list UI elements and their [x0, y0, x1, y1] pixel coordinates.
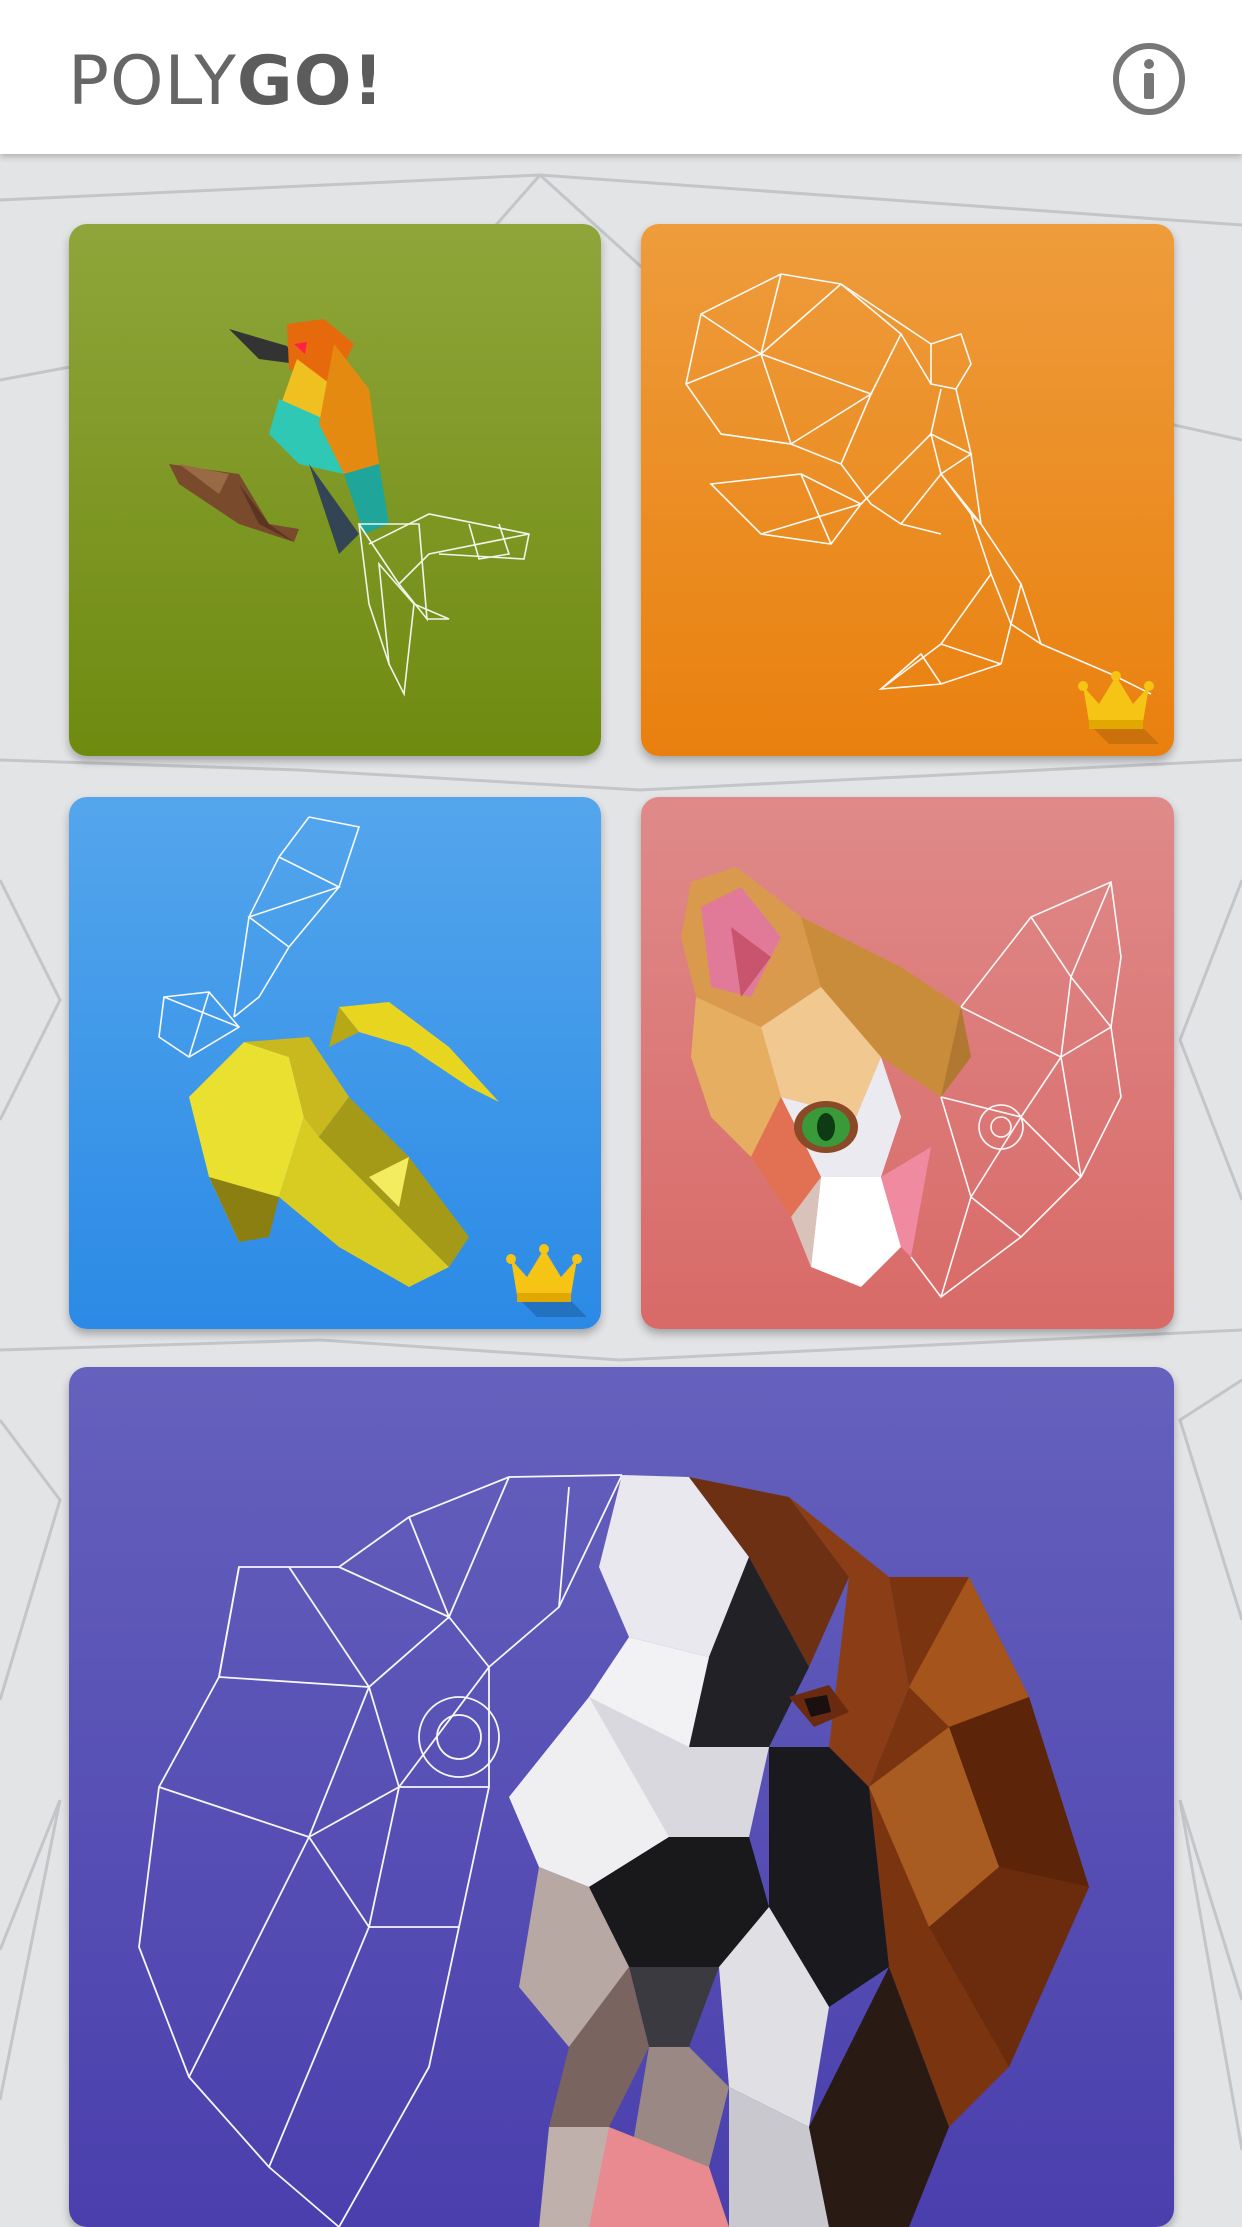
cat-artwork	[681, 867, 1122, 1299]
app-logo: POLYGO!	[68, 42, 385, 122]
app-header: POLYGO!	[0, 0, 1242, 154]
crown-icon	[1078, 671, 1159, 744]
logo-text-bold: GO!	[236, 42, 385, 121]
puzzle-card-fairy[interactable]	[641, 224, 1174, 756]
puzzle-card-dog[interactable]	[69, 1367, 1174, 2227]
puzzle-card-bird[interactable]	[69, 224, 601, 756]
info-circle-icon	[1113, 43, 1185, 115]
dog-artwork	[138, 1474, 1089, 2227]
info-button[interactable]	[1112, 42, 1186, 116]
puzzle-card-cat[interactable]	[641, 797, 1174, 1329]
bird-artwork	[169, 319, 530, 697]
crown-icon	[506, 1244, 587, 1317]
puzzle-card-banana[interactable]	[69, 797, 601, 1329]
logo-text-light: POLY	[68, 42, 237, 121]
